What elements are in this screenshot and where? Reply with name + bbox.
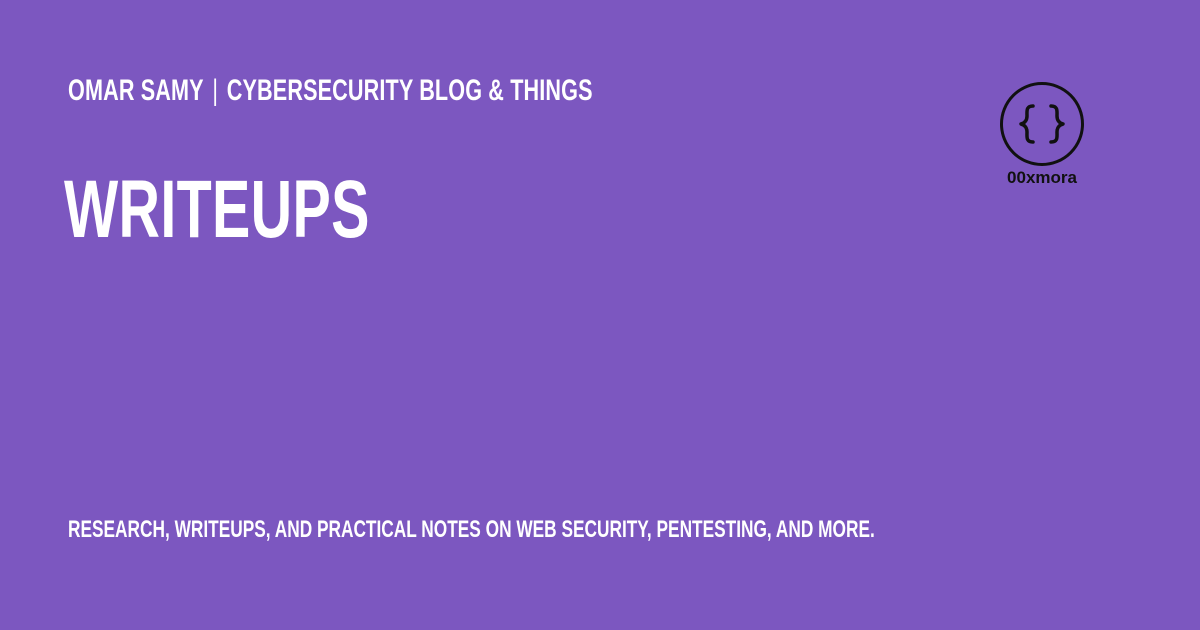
site-header: OMAR SAMY | CYBERSECURITY BLOG & THINGS bbox=[68, 74, 593, 108]
page-title: WRITEUPS bbox=[64, 164, 370, 255]
curly-braces-icon bbox=[1019, 104, 1065, 144]
page-description: RESEARCH, WRITEUPS, AND PRACTICAL NOTES … bbox=[68, 516, 875, 543]
logo-text: 00xmora bbox=[1007, 168, 1077, 187]
author-name: OMAR SAMY bbox=[68, 74, 204, 107]
header-separator: | bbox=[212, 74, 219, 107]
social-card: OMAR SAMY | CYBERSECURITY BLOG & THINGS WR… bbox=[0, 0, 1200, 630]
brand-logo: 00xmora bbox=[992, 80, 1096, 192]
site-title: CYBERSECURITY BLOG & THINGS bbox=[226, 74, 593, 107]
